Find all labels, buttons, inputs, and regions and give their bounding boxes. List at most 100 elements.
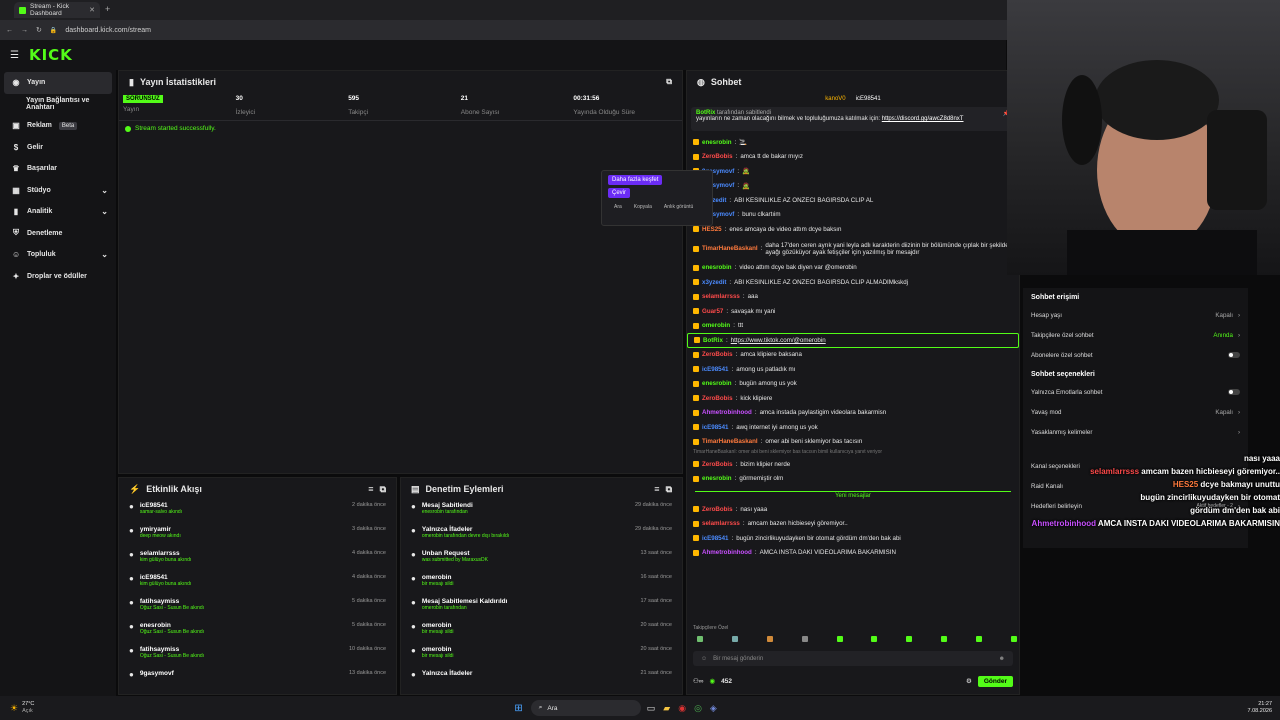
kick-logo[interactable]: KICK <box>29 46 73 64</box>
chat-message[interactable]: enesrobin: görmemiştir olm <box>687 472 1019 487</box>
translate-button[interactable]: Çevir <box>608 188 712 198</box>
snapshot-option[interactable]: Anlık görüntü <box>664 204 693 210</box>
list-item-name[interactable]: fatihsaymiss <box>140 646 204 653</box>
list-item-name[interactable]: omerobin <box>422 622 454 629</box>
weather-icon[interactable]: ☀ <box>10 703 18 714</box>
chat-message[interactable]: enesrobin: video attım dcye bak diyen var… <box>687 261 1019 276</box>
chat-username[interactable]: omerobin <box>702 322 730 329</box>
emote-icon[interactable] <box>976 636 982 642</box>
chat-message[interactable]: TimarHaneBaskanI: omer abi beni sklemiyor… <box>687 435 1019 450</box>
top-user[interactable]: icE98541 <box>856 96 881 102</box>
chat-message[interactable]: icE98541: bugün zincirlikuyudayken bir ot… <box>687 531 1019 546</box>
sidebar-item-droplar[interactable]: ✦ Droplar ve ödüller <box>0 266 116 288</box>
chat-username[interactable]: enesrobin <box>702 475 732 482</box>
chat-message[interactable]: Guar57: savaşak mı yani <box>687 304 1019 319</box>
emote-icon[interactable] <box>697 636 703 642</box>
settings-icon[interactable]: ⚙ <box>966 677 972 685</box>
chat-message[interactable]: 9gasymovf: 🧟 <box>687 164 1019 179</box>
chat-username[interactable]: enesrobin <box>702 264 732 271</box>
chat-username[interactable]: enesrobin <box>702 139 732 146</box>
close-tab-icon[interactable]: ✕ <box>89 6 95 14</box>
sidebar-item-reklam[interactable]: ▣ Reklam Beta <box>0 115 116 137</box>
chat-username[interactable]: ZeroBobis <box>702 153 733 160</box>
chat-message[interactable]: Ahmetrobinhood: amca instada paylastigim … <box>687 406 1019 421</box>
list-item-name[interactable]: Yalnızca İfadeler <box>422 526 509 533</box>
new-tab-icon[interactable]: + <box>105 4 110 14</box>
sidebar-item-denetleme[interactable]: ⛨ Denetleme <box>0 223 116 245</box>
chat-message[interactable]: omerobin: ttt <box>687 319 1019 334</box>
list-item-name[interactable]: selamlarrsss <box>140 550 191 557</box>
banned-words-setting[interactable]: Yasaklanmış kelimeler › <box>1023 422 1248 442</box>
list-item-name[interactable]: Unban Request <box>422 550 488 557</box>
sidebar-item-gelir[interactable]: $ Gelir <box>0 137 116 159</box>
chat-message[interactable]: enesrobin: bugün among us yok <box>687 377 1019 392</box>
chat-message[interactable]: selamlarrsss: aaa <box>687 290 1019 305</box>
chat-message[interactable]: ZeroBobis: amca tt de bakar mıyız <box>687 150 1019 165</box>
chat-message[interactable]: ZeroBobis: amca klipiere baksana <box>687 348 1019 363</box>
discord-icon[interactable]: ◈ <box>710 703 717 714</box>
chat-message[interactable]: 9gasymovf: 🧟 <box>687 179 1019 194</box>
followers-only-setting[interactable]: Takipçilere özel sohbet Anında › <box>1023 325 1248 345</box>
menu-icon[interactable]: ☰ <box>10 50 19 61</box>
list-item-name[interactable]: enesrobin <box>140 622 204 629</box>
list-item-name[interactable]: ymiryamir <box>140 526 181 533</box>
filter-icon[interactable]: ≡ <box>368 484 373 494</box>
back-icon[interactable]: ← <box>6 27 13 34</box>
chat-message[interactable]: ZeroBobis: kick klipiere <box>687 391 1019 406</box>
sidebar-item-analitik[interactable]: ▮ Analitik ⌄ <box>0 201 116 223</box>
chat-username[interactable]: ZeroBobis <box>702 351 733 358</box>
emote-icon[interactable] <box>941 636 948 642</box>
forward-icon[interactable]: → <box>21 27 28 34</box>
list-item-name[interactable]: icE98541 <box>140 574 191 581</box>
popout-icon[interactable]: ⧉ <box>380 484 386 495</box>
emote-icon[interactable] <box>801 636 808 642</box>
file-explorer-icon[interactable]: ▰ <box>663 703 670 714</box>
chat-username[interactable]: icE98541 <box>702 366 729 373</box>
chat-message[interactable]: selamlarrsss: amcam bazen hicbieseyi göre… <box>687 517 1019 532</box>
chat-message[interactable]: TimarHaneBaskanI: daha 17'den ceren ayrık… <box>687 237 1019 261</box>
list-item-name[interactable]: 9gasymovf <box>140 670 174 677</box>
chat-message[interactable]: ZeroBobis: bizim klipier nerde <box>687 457 1019 472</box>
chat-username[interactable]: Ahmetrobinhood <box>702 549 752 556</box>
sidebar-item-yayin[interactable]: ◉ Yayın <box>4 72 112 94</box>
chat-message[interactable]: icE98541: awq internet iyi among us yok <box>687 420 1019 435</box>
chat-message[interactable]: Ahmetrobinhood: AMCA INSTA DAKI VIDEOLARI… <box>687 546 1019 561</box>
taskview-icon[interactable]: ▭ <box>647 703 656 714</box>
chat-username[interactable]: selamlarrsss <box>702 520 740 527</box>
chat-username[interactable]: selamlarrsss <box>702 293 740 300</box>
emoji-icon[interactable]: ☺ <box>701 656 707 662</box>
pinned-link[interactable]: https://discord.gg/awcZ8d8nxT <box>882 116 964 122</box>
chat-message[interactable]: ZeroBobis: nası yaaa <box>687 502 1019 517</box>
chrome-icon[interactable]: ◎ <box>694 703 702 714</box>
list-item-name[interactable]: Yalnızca İfadeler <box>422 670 473 677</box>
chat-input[interactable]: ☺ Bir mesaj gönderin ☻ <box>693 651 1013 666</box>
windows-start-icon[interactable]: ⊞ <box>514 703 522 714</box>
popout-icon[interactable]: ⧉ <box>666 484 672 495</box>
filter-icon[interactable]: ≡ <box>654 484 659 494</box>
browser-icon[interactable]: ◉ <box>678 703 686 714</box>
chat-username[interactable]: HES25 <box>702 226 722 233</box>
send-button[interactable]: Gönder <box>977 675 1013 687</box>
emote-icon[interactable] <box>906 636 913 642</box>
chat-message[interactable]: BotRix: https://www.tiktok.com/@omerobin <box>687 333 1019 348</box>
slow-mode-setting[interactable]: Yavaş mod Kapalı › <box>1023 402 1248 422</box>
chat-username[interactable]: TimarHaneBaskanI <box>702 438 758 445</box>
list-item-name[interactable]: omerobin <box>422 646 454 653</box>
chat-message[interactable]: enesrobin: 🚬 <box>687 135 1019 150</box>
sidebar-item-stream-key[interactable]: Yayın Bağlantısı ve Anahtarı <box>0 94 116 116</box>
chat-username[interactable]: ZeroBobis <box>702 506 733 513</box>
sidebar-item-basarilar[interactable]: ♛ Başarılar <box>0 158 116 180</box>
chat-username[interactable]: Ahmetrobinhood <box>702 409 752 416</box>
chat-message[interactable]: x3yzedit: ABI KESINLIKLE AZ ONZECI BAGIRS… <box>687 275 1019 290</box>
search-option[interactable]: Ara <box>614 204 622 210</box>
subscribers-only-setting[interactable]: Abonelere özel sohbet <box>1023 345 1248 365</box>
chat-username[interactable]: ZeroBobis <box>702 395 733 402</box>
emote-icon[interactable] <box>766 636 773 642</box>
chat-message[interactable]: 9gasymovf: bunu clkartıim <box>687 208 1019 223</box>
chat-username[interactable]: x3yzedit <box>702 279 726 286</box>
list-item-name[interactable]: omerobin <box>422 574 454 581</box>
top-user[interactable]: kanoV0 <box>825 96 845 102</box>
emote-only-setting[interactable]: Yalnızca Emotlarla sohbet <box>1023 382 1248 402</box>
chat-username[interactable]: BotRix <box>703 337 723 344</box>
subscribers-only-toggle[interactable] <box>1228 352 1240 358</box>
